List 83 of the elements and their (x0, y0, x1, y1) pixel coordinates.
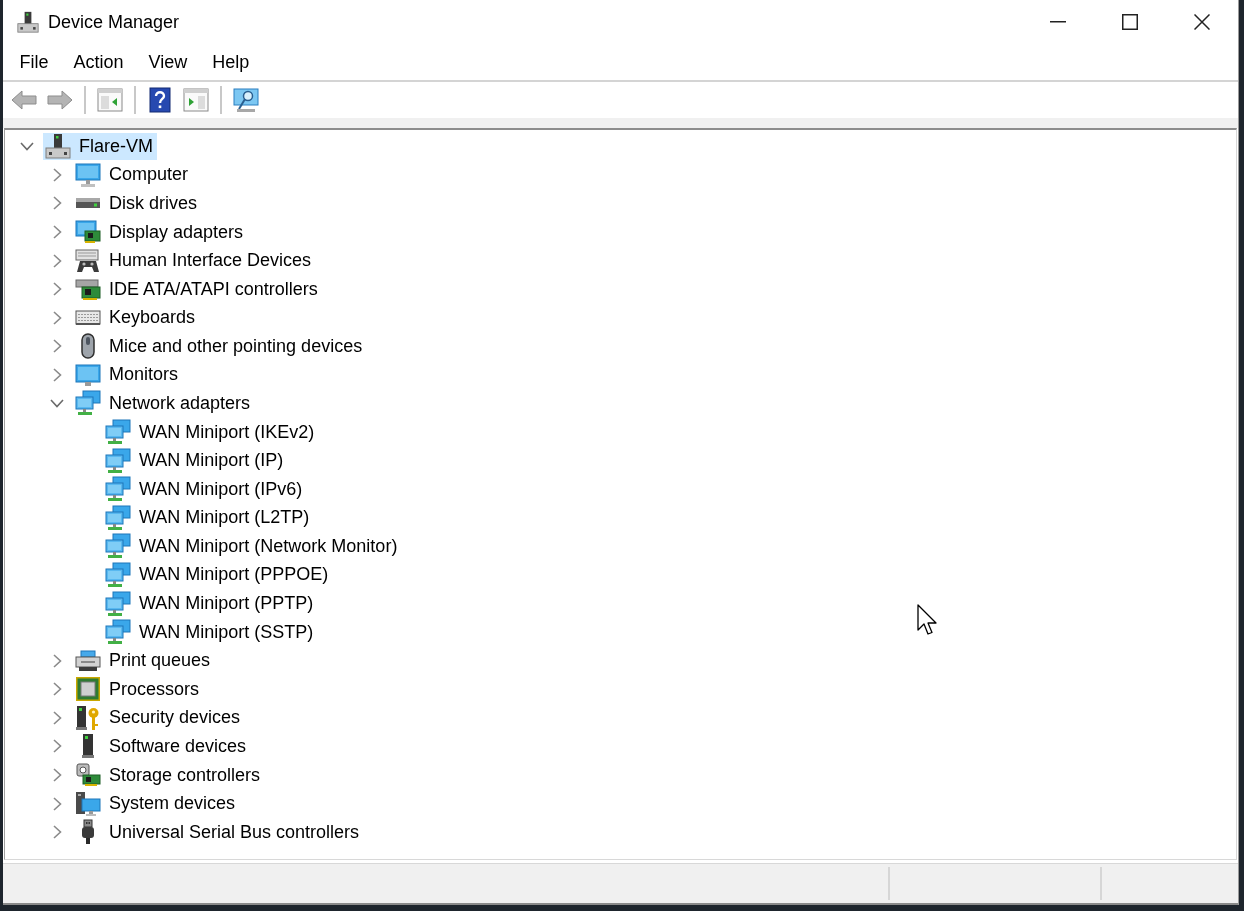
tree-item[interactable]: Flare-VM (43, 132, 157, 160)
chevron-right-icon[interactable] (52, 225, 62, 239)
tree-item[interactable]: Keyboards (73, 304, 200, 332)
disc-card-icon (75, 762, 101, 788)
tree-item[interactable]: Monitors (73, 361, 183, 389)
tree-item[interactable]: WAN Miniport (IKEv2) (103, 418, 319, 446)
monitor-magnifier-icon (233, 87, 259, 113)
tree-item[interactable]: WAN Miniport (Network Monitor) (103, 532, 402, 560)
chevron-right-icon[interactable] (52, 739, 62, 754)
network-monitors-icon (105, 561, 131, 588)
chevron-right-icon[interactable] (52, 196, 62, 211)
usb-plug-icon (81, 819, 95, 846)
tree-item[interactable]: Disk drives (73, 189, 201, 217)
tree-item[interactable]: Universal Serial Bus controllers (73, 818, 364, 846)
tree-item[interactable]: WAN Miniport (SSTP) (103, 618, 318, 646)
circuit-card-icon (75, 276, 101, 303)
tree-item[interactable]: Display adapters (73, 218, 248, 246)
tree-item[interactable]: Network adapters (73, 390, 255, 417)
tree-item[interactable]: Print queues (73, 647, 215, 675)
monitor-card-icon (75, 219, 101, 245)
chevron-right-icon[interactable] (52, 282, 62, 297)
mouse-pointer-icon (917, 604, 937, 636)
chevron-right-icon[interactable] (52, 367, 62, 382)
chevron-right-icon[interactable] (52, 768, 62, 782)
chevron-right-icon[interactable] (52, 167, 62, 182)
tree-item[interactable]: WAN Miniport (PPTP) (103, 590, 318, 618)
tree-item[interactable]: Computer (73, 161, 193, 189)
menu-item[interactable]: Help (199, 47, 262, 77)
network-monitors-icon (105, 476, 131, 503)
chevron-down-icon[interactable] (50, 399, 64, 408)
computer-tower-icon (17, 11, 39, 33)
tree-item[interactable]: Human Interface Devices (73, 247, 316, 275)
chevron-right-icon[interactable] (52, 253, 62, 268)
help-icon (149, 87, 171, 113)
network-monitors-icon (105, 447, 131, 474)
tree-item[interactable]: Mice and other pointing devices (73, 332, 367, 360)
network-monitors-icon (105, 504, 131, 531)
chevron-right-icon[interactable] (52, 310, 62, 325)
menu-item[interactable]: Action (61, 47, 137, 77)
keyboard-icon (75, 309, 101, 326)
menu-item[interactable]: View (136, 47, 200, 77)
window-pane-icon (183, 88, 209, 112)
printer-icon (75, 649, 101, 672)
tower-icon (81, 733, 95, 760)
chip-icon (75, 676, 101, 703)
disk-drive-icon (75, 197, 101, 210)
tree-item[interactable]: Security devices (73, 704, 245, 732)
computer-tower-icon (45, 133, 71, 160)
network-monitors-icon (75, 390, 101, 417)
tree-item[interactable]: WAN Miniport (IPv6) (103, 475, 307, 503)
tree-item[interactable]: Software devices (73, 732, 251, 760)
chevron-right-icon[interactable] (52, 339, 62, 354)
window-pane-icon (97, 88, 123, 112)
chevron-right-icon[interactable] (52, 682, 62, 697)
chevron-right-icon[interactable] (52, 825, 62, 840)
chevron-right-icon[interactable] (52, 710, 62, 725)
mouse-icon (81, 333, 95, 360)
menu-item[interactable]: File (7, 47, 61, 77)
keyboard-gamepad-icon (75, 247, 101, 274)
chevron-right-icon[interactable] (52, 653, 62, 668)
tree-item[interactable]: System devices (73, 790, 240, 818)
chevron-down-icon[interactable] (20, 141, 34, 151)
tree-item[interactable]: Storage controllers (73, 761, 265, 789)
network-monitors-icon (105, 619, 131, 646)
tree-item[interactable]: WAN Miniport (IP) (103, 447, 288, 475)
monitor-icon (75, 161, 101, 188)
tree-item[interactable]: WAN Miniport (PPPOE) (103, 561, 333, 589)
network-monitors-icon (105, 533, 131, 560)
window-title: Device Manager (48, 11, 180, 33)
monitor-icon (75, 361, 101, 388)
tree-item[interactable]: WAN Miniport (L2TP) (103, 504, 314, 532)
minimize-icon (1050, 21, 1066, 23)
network-monitors-icon (105, 590, 131, 617)
tower-key-icon (75, 704, 101, 731)
arrow-right-icon (47, 88, 73, 112)
maximize-icon (1122, 14, 1138, 30)
network-monitors-icon (105, 419, 131, 446)
close-icon (1194, 14, 1210, 30)
arrow-left-icon (11, 88, 37, 112)
tree-item[interactable]: Processors (73, 675, 204, 703)
tree-item[interactable]: IDE ATA/ATAPI controllers (73, 275, 322, 303)
chevron-right-icon[interactable] (52, 796, 62, 811)
tower-monitor-icon (75, 790, 101, 817)
